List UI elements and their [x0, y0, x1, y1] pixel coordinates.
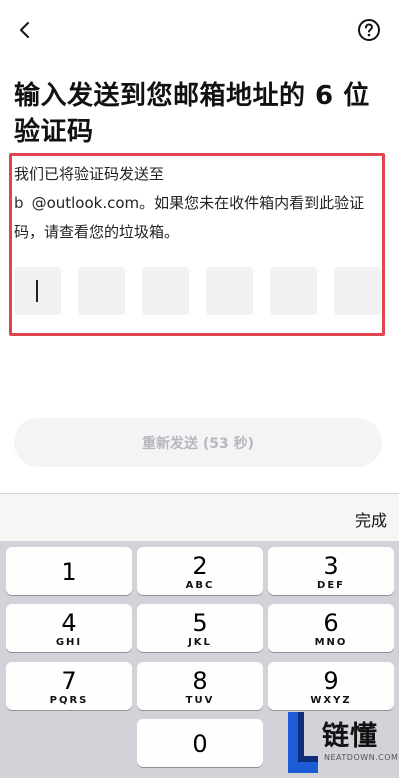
code-digit-1[interactable]	[14, 267, 61, 315]
key-7[interactable]: 7 PQRS	[6, 662, 132, 710]
code-digit-4[interactable]	[206, 267, 253, 315]
done-button[interactable]: 完成	[355, 507, 387, 531]
key-0[interactable]: 0	[137, 719, 263, 767]
chevron-left-icon	[20, 22, 29, 38]
key-4[interactable]: 4 GHI	[6, 604, 132, 652]
back-button[interactable]	[12, 16, 40, 44]
key-8[interactable]: 8 TUV	[137, 662, 263, 710]
code-digit-6[interactable]	[334, 267, 381, 315]
question-circle-icon	[358, 19, 380, 41]
key-5[interactable]: 5 JKL	[137, 604, 263, 652]
watermark-subtext: NEATDOWN.COM	[324, 753, 399, 762]
page-title: 输入发送到您邮箱地址的 6 位验证码	[14, 81, 370, 147]
instruction-line1: 我们已将验证码发送至	[14, 165, 165, 183]
watermark-l-icon	[288, 712, 318, 773]
code-digit-2[interactable]	[78, 267, 125, 315]
watermark-logo: 链懂 NEATDOWN.COM	[282, 707, 399, 778]
text-cursor	[36, 280, 38, 302]
key-9[interactable]: 9 WXYZ	[268, 662, 394, 710]
verification-code-input[interactable]	[14, 267, 394, 315]
resend-code-button[interactable]: 重新发送 (53 秒)	[14, 418, 382, 467]
key-6[interactable]: 6 MNO	[268, 604, 394, 652]
help-button[interactable]	[355, 16, 383, 44]
key-2[interactable]: 2 ABC	[137, 547, 263, 595]
code-digit-5[interactable]	[270, 267, 317, 315]
watermark-text: 链懂	[322, 721, 378, 752]
key-1[interactable]: 1	[6, 547, 132, 595]
instruction-text: 我们已将验证码发送至 b @outlook.com。如果您未在收件箱内看到此验证…	[14, 160, 384, 247]
email-domain: @outlook.com	[31, 194, 140, 212]
key-3[interactable]: 3 DEF	[268, 547, 394, 595]
keyboard-toolbar: 完成	[0, 493, 399, 541]
email-masked: b	[14, 194, 32, 212]
code-digit-3[interactable]	[142, 267, 189, 315]
